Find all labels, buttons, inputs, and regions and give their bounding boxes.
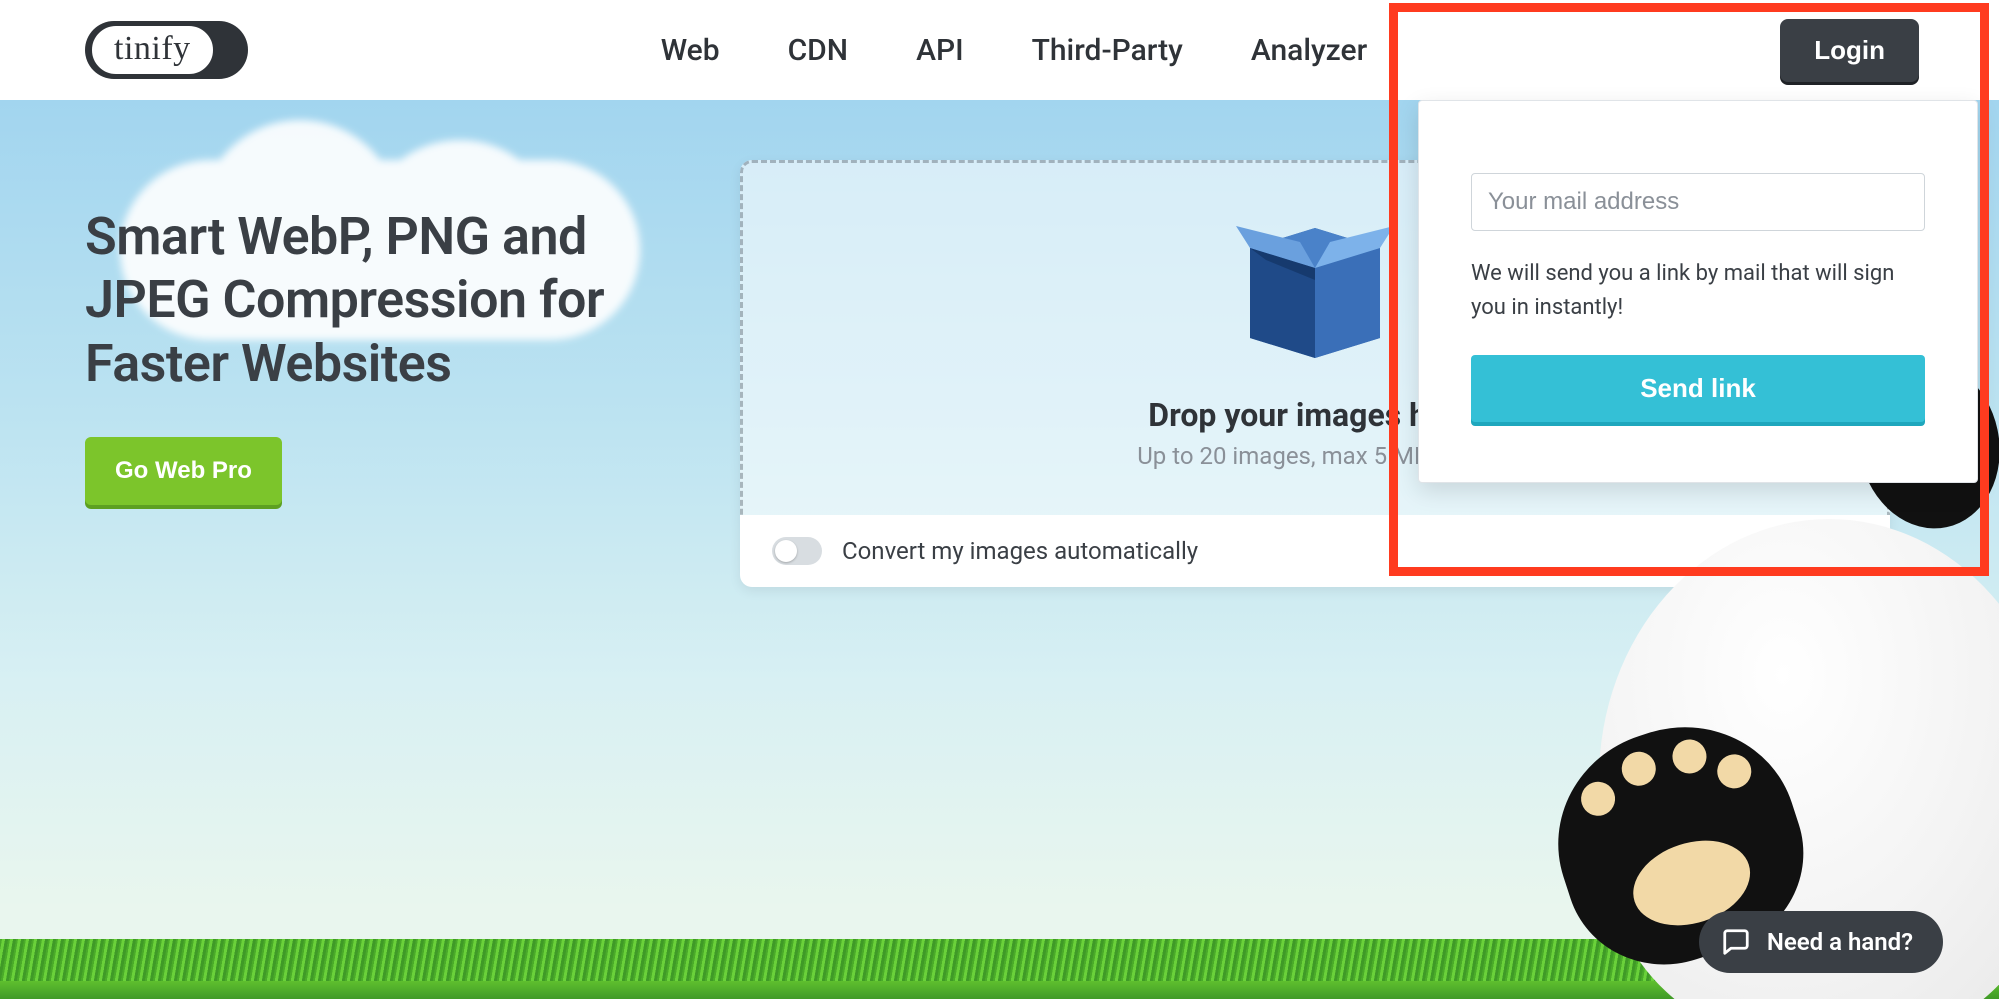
auto-convert-toggle[interactable]: [772, 537, 822, 565]
brand-name: tinify: [89, 23, 216, 77]
help-widget[interactable]: Need a hand?: [1699, 911, 1943, 973]
login-dropdown: We will send you a link by mail that wil…: [1418, 100, 1978, 483]
login-button[interactable]: Login: [1780, 19, 1919, 82]
help-label: Need a hand?: [1767, 928, 1913, 956]
nav-cdn[interactable]: CDN: [788, 33, 848, 68]
nav-third-party[interactable]: Third-Party: [1032, 33, 1183, 68]
primary-nav: Web CDN API Third-Party Analyzer: [248, 33, 1781, 68]
go-web-pro-button[interactable]: Go Web Pro: [85, 437, 282, 505]
nav-api[interactable]: API: [916, 33, 964, 68]
login-note: We will send you a link by mail that wil…: [1471, 257, 1925, 325]
brand-logo[interactable]: tinify: [85, 21, 248, 79]
email-input[interactable]: [1471, 173, 1925, 231]
nav-analyzer[interactable]: Analyzer: [1251, 33, 1367, 68]
auto-convert-label: Convert my images automatically: [842, 537, 1198, 565]
logo-handle: [216, 25, 244, 75]
chat-icon: [1721, 927, 1751, 957]
header: tinify Web CDN API Third-Party Analyzer …: [0, 0, 1999, 100]
open-box-icon: [1230, 208, 1400, 372]
send-link-button[interactable]: Send link: [1471, 355, 1925, 422]
nav-web[interactable]: Web: [661, 33, 720, 68]
hero-copy: Smart WebP, PNG and JPEG Compression for…: [85, 205, 685, 505]
hero-headline: Smart WebP, PNG and JPEG Compression for…: [85, 205, 685, 395]
